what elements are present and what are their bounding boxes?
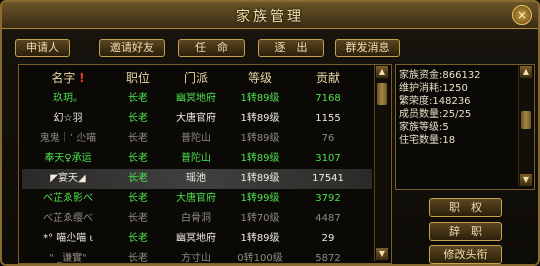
close-icon[interactable]: × — [512, 5, 532, 25]
member-name: べ芷ゑ缨べ — [43, 213, 93, 224]
family-info-item: 成员数量:25/25 — [399, 109, 471, 120]
arrow-down-icon[interactable]: ▼ — [376, 248, 388, 260]
family-info-item: 维护消耗:1250 — [399, 83, 468, 94]
scroll-thumb[interactable] — [377, 83, 387, 105]
invite-friends-button[interactable]: 邀请好友 — [99, 39, 165, 57]
family-info-item: 家族资金:866132 — [399, 70, 481, 81]
member-contribution: 5872 — [315, 253, 341, 264]
member-position: 长老 — [128, 133, 148, 144]
title-bar[interactable]: 家族管理 × — [2, 2, 538, 29]
change-title-button[interactable]: 修改头衔 — [429, 245, 502, 264]
member-position: 长老 — [128, 253, 148, 264]
table-row[interactable]: 鬼鬼｜ʼ 尐喵 长老 普陀山 1转89级 76 — [22, 129, 372, 149]
header-position[interactable]: 职位 — [114, 68, 162, 88]
info-label: 住宅数量 — [399, 135, 439, 146]
table-row[interactable]: べ芷ゑ缨べ 长老 白骨洞 1转70级 4487 — [22, 209, 372, 229]
member-position: 长老 — [128, 153, 148, 164]
family-info-item: 住宅数量:18 — [399, 135, 455, 146]
member-sect: 瑶池 — [186, 173, 206, 184]
member-sect: 普陀山 — [181, 153, 211, 164]
info-label: 成员数量 — [399, 109, 439, 120]
applicants-button[interactable]: 申请人 — [15, 39, 70, 57]
window-title: 家族管理 — [236, 9, 304, 25]
member-position: 长老 — [128, 113, 148, 124]
member-position: 长老 — [128, 213, 148, 224]
member-sect: 方寸山 — [181, 253, 211, 264]
member-level: 1转89级 — [240, 153, 280, 164]
member-level: 1转89级 — [240, 173, 280, 184]
table-row[interactable]: 奉天♀承运 长老 普陀山 1转89级 3107 — [22, 149, 372, 169]
info-value: 1250 — [442, 83, 468, 94]
info-label: 繁荣度 — [399, 96, 429, 107]
member-level: 1转89级 — [240, 133, 280, 144]
member-name: 玖玥。 — [53, 93, 83, 104]
family-info-scrollbar[interactable]: ▲ ▼ — [518, 65, 533, 187]
info-value: 866132 — [442, 70, 481, 81]
header-level[interactable]: 等级 — [230, 68, 290, 88]
info-label: 维护消耗 — [399, 83, 439, 94]
member-name: *° 喵尐喵 ι — [43, 233, 93, 244]
mass-message-button[interactable]: 群发消息 — [335, 39, 400, 57]
table-row[interactable]: *° 喵尐喵 ι 长老 幽冥地府 1转89级 29 — [22, 229, 372, 249]
member-sect: 大唐官府 — [176, 193, 216, 204]
member-level: 1转89级 — [240, 233, 280, 244]
header-sect[interactable]: 门派 — [162, 68, 230, 88]
member-sect: 白骨洞 — [181, 213, 211, 224]
member-contribution: 3107 — [315, 153, 341, 164]
member-sect: 大唐官府 — [176, 113, 216, 124]
member-contribution: 29 — [321, 233, 335, 244]
info-label: 家族资金 — [399, 70, 439, 81]
member-contribution: 1155 — [315, 113, 341, 124]
table-row[interactable]: 幻☆羽 长老 大唐官府 1转89级 1155 — [22, 109, 372, 129]
arrow-up-icon[interactable]: ▲ — [376, 66, 388, 78]
info-value: 25/25 — [442, 109, 472, 120]
family-info-item: 繁荣度:148236 — [399, 96, 471, 107]
member-contribution: 3792 — [315, 193, 341, 204]
member-level: 1转89级 — [240, 113, 280, 124]
member-contribution: 76 — [321, 133, 335, 144]
member-position: 长老 — [128, 173, 148, 184]
member-level: 0转100级 — [237, 253, 283, 264]
arrow-up-icon[interactable]: ▲ — [520, 66, 532, 78]
sort-marker-icon: ! — [79, 71, 85, 85]
table-row[interactable]: 玖玥。 长老 幽冥地府 1转89级 7168 — [22, 89, 372, 109]
member-name: べ芷ゑ影べ — [43, 193, 93, 204]
member-level: 1转70级 — [240, 213, 280, 224]
member-sect: 幽冥地府 — [176, 233, 216, 244]
member-position: 长老 — [128, 93, 148, 104]
member-sect: 幽冥地府 — [176, 93, 216, 104]
expel-button[interactable]: 逐 出 — [258, 39, 324, 57]
header-name[interactable]: 名字 ! — [22, 68, 114, 88]
info-value: 5 — [442, 122, 449, 133]
table-row[interactable]: ◤宴天◢ 长老 瑶池 1转89级 17541 — [22, 169, 372, 189]
appoint-button[interactable]: 任 命 — [178, 39, 245, 57]
member-position: 长老 — [128, 193, 148, 204]
header-name-label: 名字 — [51, 71, 76, 85]
member-position: 长老 — [128, 233, 148, 244]
resign-button[interactable]: 辞 职 — [429, 222, 502, 241]
member-sect: 普陀山 — [181, 133, 211, 144]
member-list-scrollbar[interactable]: ▲ ▼ — [374, 65, 389, 261]
info-label: 家族等级 — [399, 122, 439, 133]
member-name: ◤宴天◢ — [50, 173, 86, 184]
member-contribution: 17541 — [312, 173, 344, 184]
family-management-window: 家族管理 × 申请人 邀请好友 任 命 逐 出 群发消息 名字 ! 职位 门派 … — [0, 0, 540, 266]
authority-button[interactable]: 职 权 — [429, 198, 502, 217]
member-name: 幻☆羽 — [53, 113, 83, 124]
scroll-thumb[interactable] — [521, 111, 531, 129]
arrow-down-icon[interactable]: ▼ — [520, 174, 532, 186]
member-level: 1转99级 — [240, 193, 280, 204]
family-info-item: 家族等级:5 — [399, 122, 449, 133]
table-row[interactable]: " _谦實" 长老 方寸山 0转100级 5872 — [22, 249, 372, 264]
member-contribution: 4487 — [315, 213, 341, 224]
member-level: 1转89级 — [240, 93, 280, 104]
info-value: 18 — [442, 135, 456, 146]
table-row[interactable]: べ芷ゑ影べ 长老 大唐官府 1转99级 3792 — [22, 189, 372, 209]
member-name: 鬼鬼｜ʼ 尐喵 — [39, 133, 97, 144]
header-contribution[interactable]: 贡献 — [290, 68, 366, 88]
member-contribution: 7168 — [315, 93, 341, 104]
member-name: " _谦實" — [49, 253, 87, 264]
member-name: 奉天♀承运 — [44, 153, 92, 164]
info-value: 148236 — [432, 96, 471, 107]
